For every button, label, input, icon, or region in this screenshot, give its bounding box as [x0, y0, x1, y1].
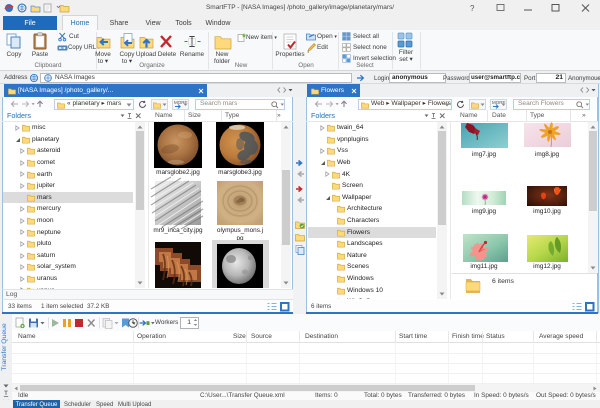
- svg-text:?: ?: [470, 4, 475, 13]
